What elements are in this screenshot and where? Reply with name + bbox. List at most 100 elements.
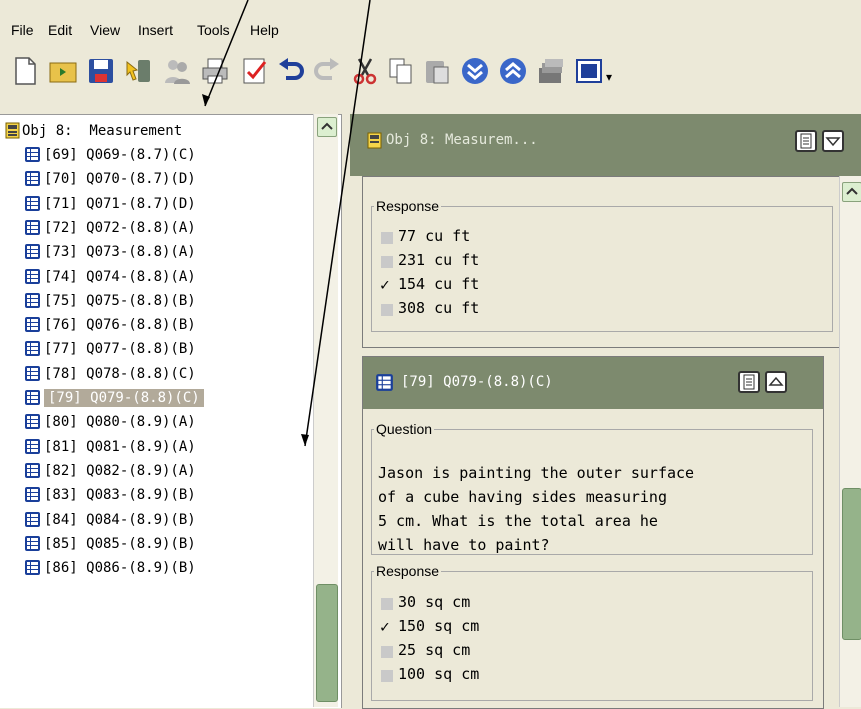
tree-item-label: [70] Q070-(8.7)(D) xyxy=(44,171,196,188)
menu-tools[interactable]: Tools xyxy=(197,22,230,38)
response-text: 30 sq cm xyxy=(398,593,471,611)
arrow-head xyxy=(202,94,210,106)
tree-item[interactable]: [79] Q079-(8.8)(C) xyxy=(0,386,310,410)
tree-item[interactable]: [69] Q069-(8.7)(C) xyxy=(0,143,310,167)
tree-item[interactable]: [83] Q083-(8.9)(B) xyxy=(0,483,310,507)
unchecked-box-icon xyxy=(381,646,393,658)
document-button[interactable] xyxy=(795,130,817,152)
tree-item-label: [76] Q076-(8.8)(B) xyxy=(44,317,196,334)
tree-item[interactable]: [76] Q076-(8.8)(B) xyxy=(0,313,310,337)
chevron-down-icon xyxy=(825,137,841,147)
response-text: 308 cu ft xyxy=(398,299,480,317)
scroll-thumb[interactable] xyxy=(842,488,861,640)
copy-icon[interactable] xyxy=(384,54,418,88)
response-legend: Response xyxy=(376,198,440,214)
response-text: 77 cu ft xyxy=(398,227,471,245)
detail-header: Obj 8: Measurem... xyxy=(350,114,861,176)
response-text: 25 sq cm xyxy=(398,641,471,659)
tree-scrollbar[interactable] xyxy=(313,114,338,707)
unchecked-box-icon xyxy=(381,256,393,268)
menu-edit[interactable]: Edit xyxy=(48,22,72,38)
document-button[interactable] xyxy=(738,371,760,393)
menu-help[interactable]: Help xyxy=(250,22,279,38)
previous-question-card: Response 77 cu ft 231 cu ft ✓ 154 cu ft 308 … xyxy=(362,176,844,348)
question-icon xyxy=(25,511,40,527)
detail-scrollbar[interactable] xyxy=(839,176,861,707)
users-icon[interactable] xyxy=(160,54,194,88)
menu-view[interactable]: View xyxy=(90,22,120,38)
question-legend: Question xyxy=(376,421,433,437)
tree-item-label: [84] Q084-(8.9)(B) xyxy=(44,511,196,528)
save-icon[interactable] xyxy=(84,54,118,88)
tree-item[interactable]: [72] Q072-(8.8)(A) xyxy=(0,216,310,240)
question-icon xyxy=(376,374,393,391)
question-icon xyxy=(25,390,40,405)
tree-item[interactable]: [78] Q078-(8.8)(C) xyxy=(0,362,310,386)
question-icon xyxy=(25,535,40,551)
move-down-icon[interactable] xyxy=(458,54,492,88)
check-icon: ✓ xyxy=(380,275,390,294)
objective-icon xyxy=(367,132,382,149)
print-icon[interactable] xyxy=(198,54,232,88)
tree-item[interactable]: [85] Q085-(8.9)(B) xyxy=(0,532,310,556)
scroll-up-button[interactable] xyxy=(317,117,337,137)
tree-item[interactable]: [74] Q074-(8.8)(A) xyxy=(0,265,310,289)
new-file-icon[interactable] xyxy=(8,54,42,88)
tree-root-label: Obj 8: Measurement xyxy=(22,123,183,139)
menu-bar: File Edit View Insert Tools Help xyxy=(0,14,861,44)
question-icon xyxy=(25,147,40,162)
collapse-button[interactable] xyxy=(822,130,844,152)
tree-item[interactable]: [71] Q071-(8.7)(D) xyxy=(0,192,310,216)
objective-icon xyxy=(5,122,20,139)
question-icon xyxy=(25,317,40,333)
check-document-icon[interactable] xyxy=(238,54,272,88)
tree-item-label: [80] Q080-(8.9)(A) xyxy=(44,414,196,431)
tree-item-label: [86] Q086-(8.9)(B) xyxy=(44,560,196,577)
scroll-thumb[interactable] xyxy=(316,584,338,702)
question-icon xyxy=(25,487,40,503)
stack-icon[interactable] xyxy=(534,54,568,88)
tree-item[interactable]: [80] Q080-(8.9)(A) xyxy=(0,410,310,434)
tree-item-label: [79] Q079-(8.8)(C) xyxy=(44,389,204,407)
import-icon[interactable] xyxy=(122,54,156,88)
tree-item[interactable]: [70] Q070-(8.7)(D) xyxy=(0,167,310,191)
tree-item-label: [74] Q074-(8.8)(A) xyxy=(44,268,196,285)
response-text: 154 cu ft xyxy=(398,275,480,293)
toolbar-overflow-icon[interactable]: ▾ xyxy=(606,70,612,84)
tree-item[interactable]: [75] Q075-(8.8)(B) xyxy=(0,289,310,313)
menu-file[interactable]: File xyxy=(11,22,34,38)
tree-item-label: [73] Q073-(8.8)(A) xyxy=(44,244,196,261)
question-icon xyxy=(25,195,40,211)
tree-item[interactable]: [84] Q084-(8.9)(B) xyxy=(0,508,310,532)
move-up-icon[interactable] xyxy=(496,54,530,88)
open-folder-icon[interactable] xyxy=(46,54,80,88)
redo-icon[interactable] xyxy=(310,54,344,88)
response-legend: Response xyxy=(376,563,440,579)
expand-button[interactable] xyxy=(765,371,787,393)
document-icon xyxy=(743,374,755,390)
menu-insert[interactable]: Insert xyxy=(138,22,173,38)
tree-item-label: [81] Q081-(8.9)(A) xyxy=(44,438,196,455)
tree-item[interactable]: [86] Q086-(8.9)(B) xyxy=(0,556,310,580)
question-card-header: [79] Q079-(8.8)(C) xyxy=(363,357,823,409)
unchecked-box-icon xyxy=(381,304,393,316)
tree-item-label: [82] Q082-(8.9)(A) xyxy=(44,462,196,479)
unchecked-box-icon xyxy=(381,598,393,610)
paste-icon[interactable] xyxy=(420,54,454,88)
scroll-up-button[interactable] xyxy=(842,182,861,202)
detail-title: Obj 8: Measurem... xyxy=(386,132,538,148)
cut-icon[interactable] xyxy=(348,54,382,88)
question-icon xyxy=(25,292,40,308)
tree-item[interactable]: [73] Q073-(8.8)(A) xyxy=(0,240,310,264)
tree-item[interactable]: [82] Q082-(8.9)(A) xyxy=(0,459,310,483)
tree-item[interactable]: [77] Q077-(8.8)(B) xyxy=(0,337,310,361)
image-icon[interactable] xyxy=(572,54,606,88)
tree-item[interactable]: [81] Q081-(8.9)(A) xyxy=(0,435,310,459)
unchecked-box-icon xyxy=(381,670,393,682)
response-text: 100 sq cm xyxy=(398,665,480,683)
question-icon xyxy=(25,268,40,284)
question-icon xyxy=(25,365,40,381)
undo-icon[interactable] xyxy=(274,54,308,88)
tree-item-label: [69] Q069-(8.7)(C) xyxy=(44,147,196,163)
tree-root[interactable]: Obj 8: Measurement xyxy=(0,119,310,143)
